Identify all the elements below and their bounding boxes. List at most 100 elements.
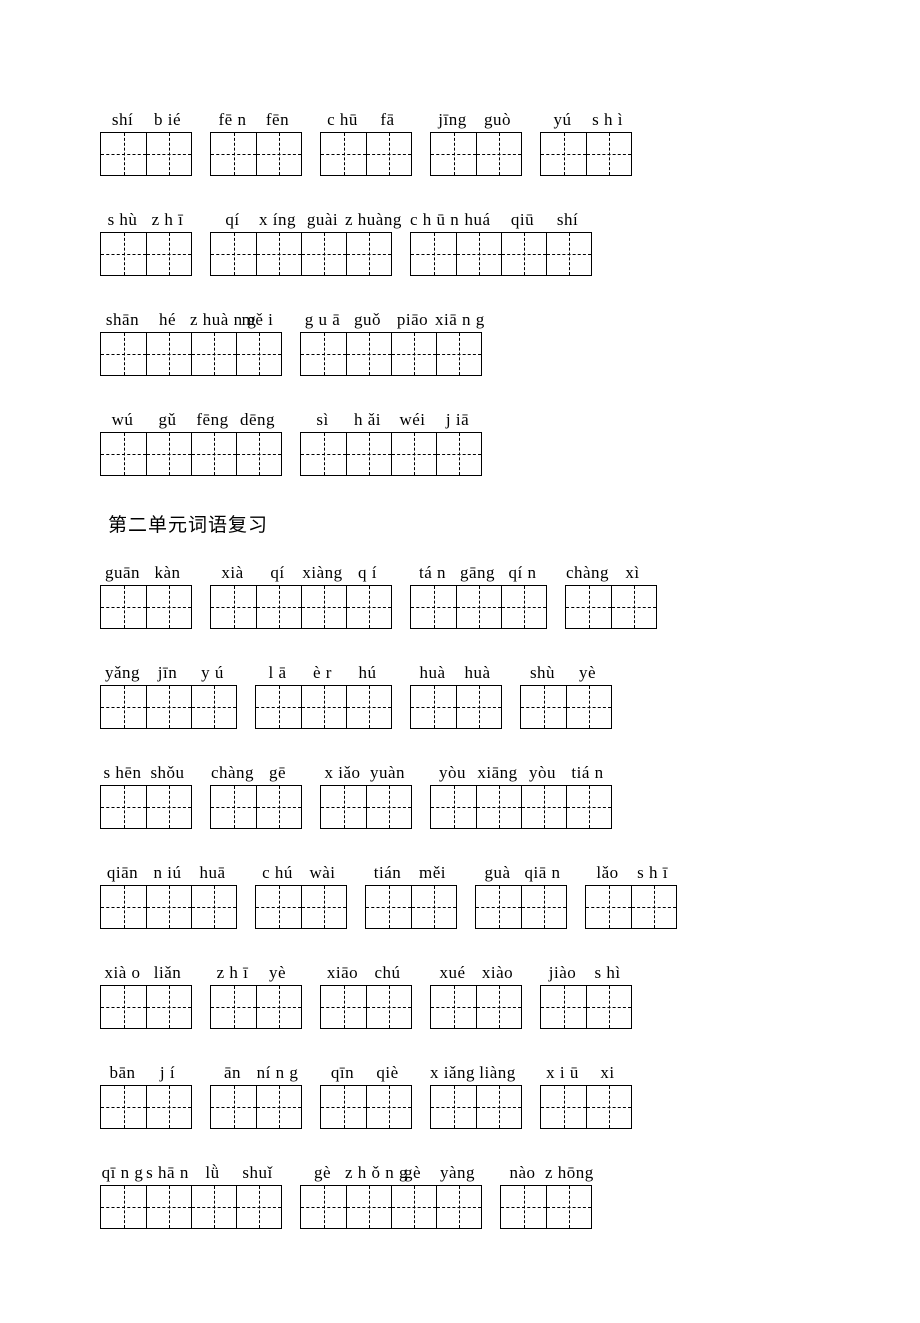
tianzige-cell — [411, 586, 456, 628]
pinyin-syllable: xià — [210, 563, 255, 583]
tianzige-cell — [321, 1086, 366, 1128]
pinyin-line: guānkàn — [100, 563, 192, 583]
tianzige-cell — [101, 686, 146, 728]
tianzige-cell — [256, 886, 301, 928]
tianzige-cell — [256, 586, 301, 628]
pinyin-syllable: gē — [255, 763, 300, 783]
pinyin-line: gèz h ǒ n ggèyàng — [300, 1163, 482, 1183]
pinyin-syllable: shuǐ — [235, 1163, 280, 1183]
tianzige-cell — [301, 686, 346, 728]
word-group: chànggē — [210, 763, 302, 829]
tianzige-boxes — [300, 332, 482, 376]
pinyin-syllable: yòu — [430, 763, 475, 783]
pinyin-syllable: s hì — [585, 963, 630, 983]
tianzige-cell — [546, 233, 591, 275]
word-group: c h ū nhuáqiūshí — [410, 210, 592, 276]
tianzige-cell — [236, 333, 281, 375]
row: qiānn iúhuāc húwàitiánměiguàqiā nlǎos h … — [100, 863, 820, 935]
tianzige-cell — [191, 433, 236, 475]
tianzige-cell — [431, 786, 476, 828]
tianzige-cell — [346, 1186, 391, 1228]
tianzige-cell — [521, 786, 566, 828]
pinyin-syllable: s hēn — [100, 763, 145, 783]
word-group: x iǎngliàng — [430, 1063, 522, 1129]
tianzige-cell — [101, 233, 146, 275]
tianzige-cell — [146, 986, 191, 1028]
tianzige-boxes — [430, 1085, 522, 1129]
row: s hēnshǒuchànggēx iǎoyuànyòuxiāngyòutiá … — [100, 763, 820, 835]
tianzige-cell — [301, 433, 346, 475]
pinyin-line: wúgǔfēngdēng — [100, 410, 282, 430]
pinyin-line: z h īyè — [210, 963, 302, 983]
word-group: l āè rhú — [255, 663, 392, 729]
pinyin-line: qī n gs hā nlǜshuǐ — [100, 1163, 282, 1183]
unit1-rows: shíb iéfē nfēnc hūfājīngguòyús h ìs hùz … — [100, 110, 820, 482]
pinyin-syllable: z huà n g — [190, 310, 235, 330]
tianzige-cell — [346, 333, 391, 375]
pinyin-syllable: kàn — [145, 563, 190, 583]
pinyin-syllable: n iú — [145, 863, 190, 883]
word-group: fē nfēn — [210, 110, 302, 176]
pinyin-syllable: x iǎo — [320, 763, 365, 783]
pinyin-syllable: s h ī — [630, 863, 675, 883]
tianzige-cell — [146, 786, 191, 828]
pinyin-syllable: qiū — [500, 210, 545, 230]
tianzige-cell — [456, 586, 501, 628]
word-group: s hùz h ī — [100, 210, 192, 276]
pinyin-syllable: s hā n — [145, 1163, 190, 1183]
tianzige-boxes — [210, 585, 392, 629]
tianzige-cell — [436, 333, 481, 375]
tianzige-cell — [436, 1186, 481, 1228]
word-group: gèz h ǒ n ggèyàng — [300, 1163, 482, 1229]
pinyin-syllable: chàng — [565, 563, 610, 583]
tianzige-boxes — [100, 132, 192, 176]
word-group: tiánměi — [365, 863, 457, 929]
tianzige-cell — [146, 886, 191, 928]
tianzige-boxes — [430, 785, 612, 829]
pinyin-syllable: yè — [565, 663, 610, 683]
word-group: yòuxiāngyòutiá n — [430, 763, 612, 829]
tianzige-cell — [146, 1186, 191, 1228]
row: shíb iéfē nfēnc hūfājīngguòyús h ì — [100, 110, 820, 182]
word-group: x i ūxi — [540, 1063, 632, 1129]
tianzige-boxes — [210, 1085, 302, 1129]
pinyin-syllable: sì — [300, 410, 345, 430]
tianzige-cell — [256, 233, 301, 275]
tianzige-cell — [321, 986, 366, 1028]
pinyin-syllable: z h ī — [210, 963, 255, 983]
pinyin-syllable: hú — [345, 663, 390, 683]
tianzige-cell — [476, 786, 521, 828]
pinyin-syllable: huà — [410, 663, 455, 683]
worksheet-page: shíb iéfē nfēnc hūfājīngguòyús h ìs hùz … — [0, 0, 920, 1323]
pinyin-line: shíb ié — [100, 110, 192, 130]
tianzige-cell — [321, 786, 366, 828]
pinyin-syllable: g u ā — [300, 310, 345, 330]
word-group: qīnqiè — [320, 1063, 412, 1129]
tianzige-cell — [236, 433, 281, 475]
tianzige-boxes — [100, 332, 282, 376]
row: bānj íānní n gqīnqièx iǎngliàngx i ūxi — [100, 1063, 820, 1135]
pinyin-syllable: ní n g — [255, 1063, 300, 1083]
pinyin-syllable: xi — [585, 1063, 630, 1083]
tianzige-cell — [411, 233, 456, 275]
tianzige-cell — [456, 233, 501, 275]
word-group: lǎos h ī — [585, 863, 677, 929]
pinyin-line: tá ngāngqí n — [410, 563, 547, 583]
pinyin-syllable: shí — [100, 110, 145, 130]
tianzige-cell — [146, 133, 191, 175]
pinyin-syllable: b ié — [145, 110, 190, 130]
pinyin-line: x i ūxi — [540, 1063, 632, 1083]
tianzige-cell — [211, 233, 256, 275]
tianzige-cell — [431, 986, 476, 1028]
pinyin-syllable: guǒ — [345, 310, 390, 330]
pinyin-line: chànggē — [210, 763, 302, 783]
tianzige-cell — [146, 586, 191, 628]
tianzige-cell — [211, 133, 256, 175]
pinyin-line: yǎngjīny ú — [100, 663, 237, 683]
word-group: guānkàn — [100, 563, 192, 629]
pinyin-line: huàhuà — [410, 663, 502, 683]
pinyin-syllable: qīn — [320, 1063, 365, 1083]
pinyin-syllable: qiā n — [520, 863, 565, 883]
word-group: qiānn iúhuā — [100, 863, 237, 929]
tianzige-cell — [321, 133, 366, 175]
